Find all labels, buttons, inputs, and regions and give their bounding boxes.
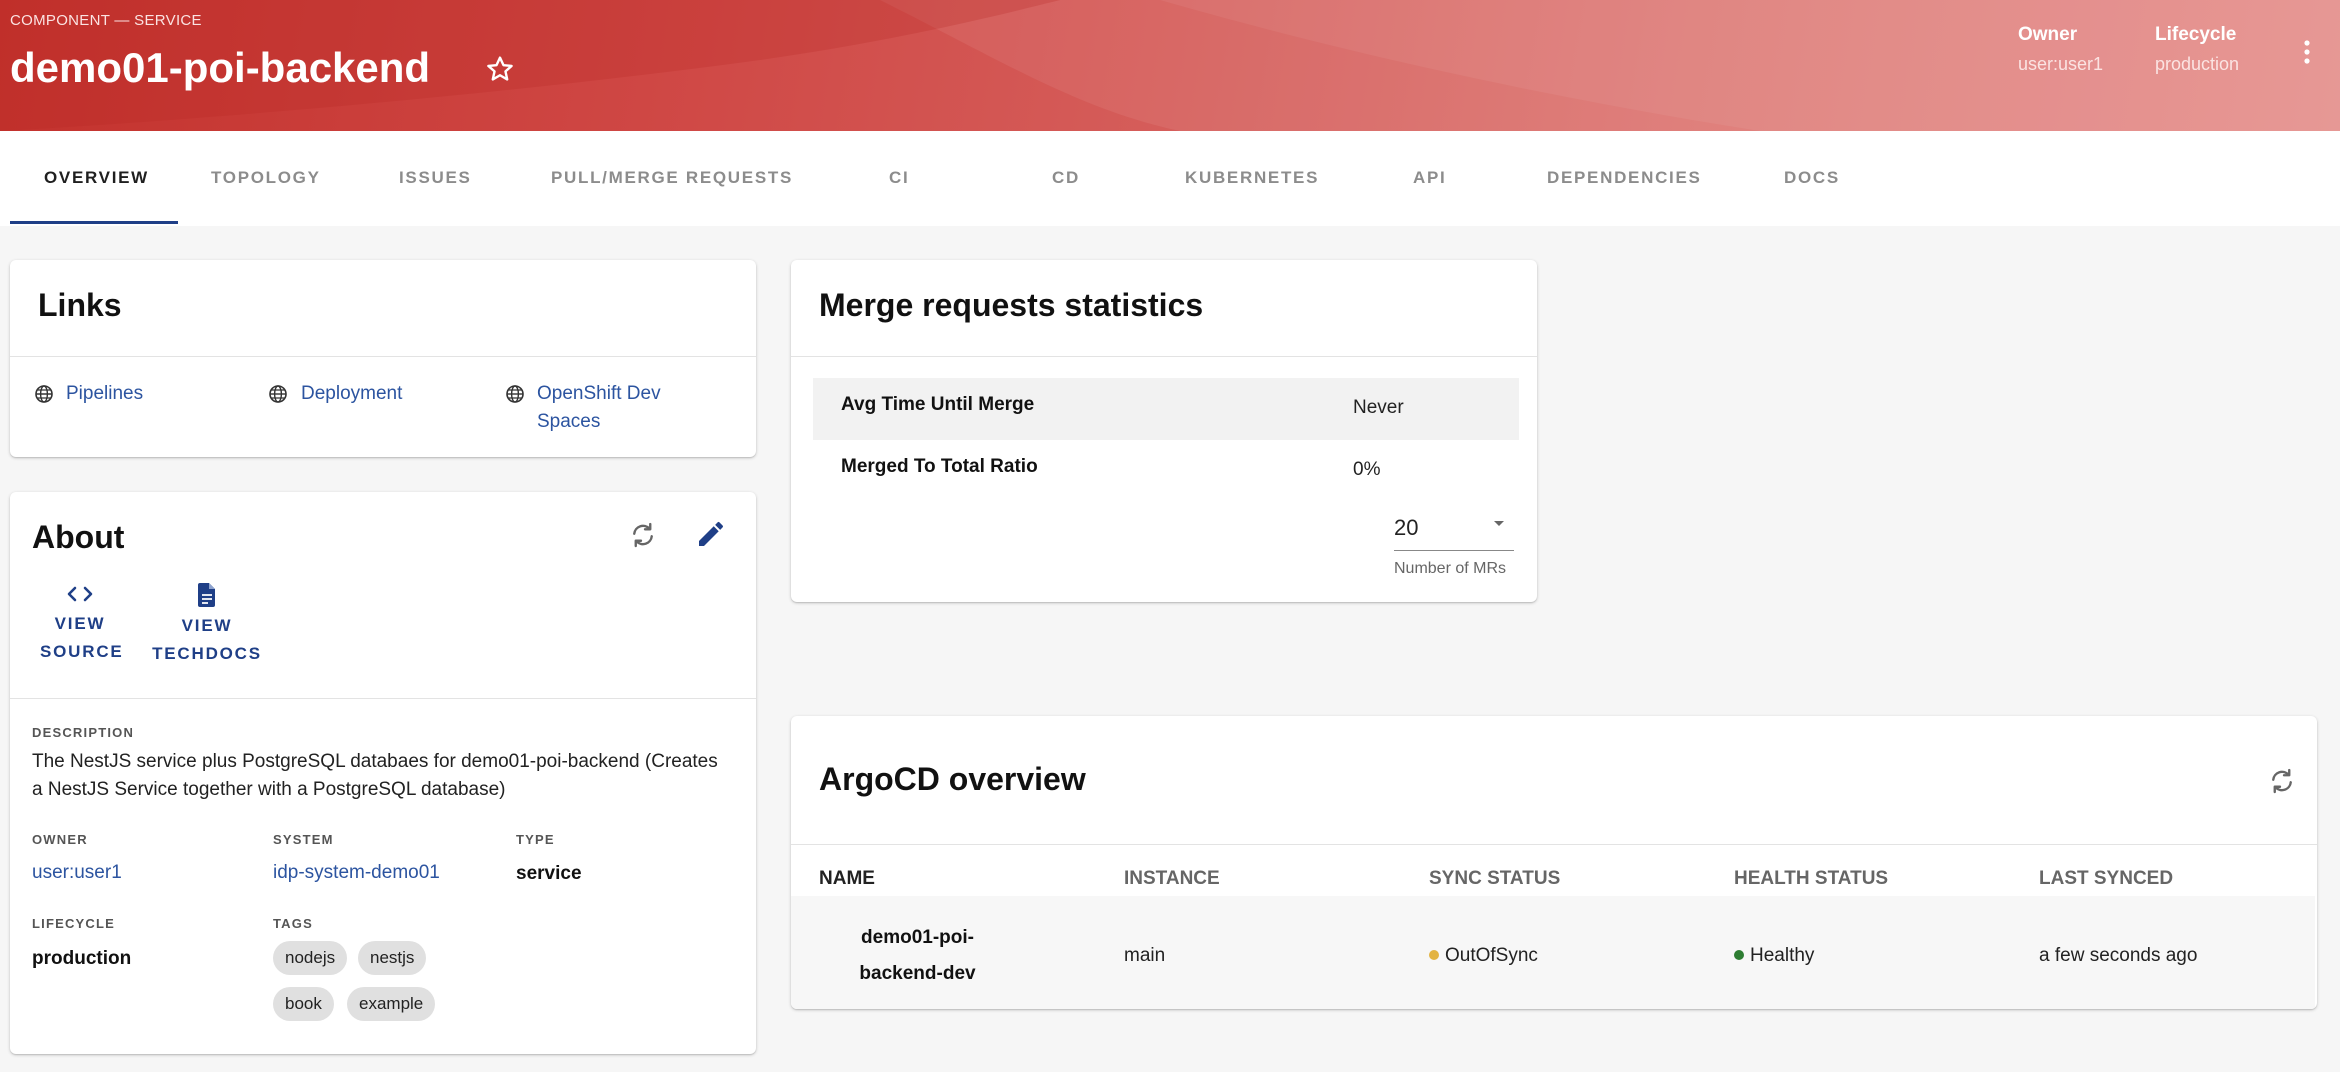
- lifecycle-label: LIFECYCLE: [32, 916, 116, 931]
- stat-value: 0%: [1353, 459, 1381, 480]
- stat-value: Never: [1353, 397, 1404, 418]
- instance-cell: main: [1124, 945, 1166, 966]
- tab-kubernetes[interactable]: KUBERNETES: [1185, 168, 1319, 188]
- tab-bar: OVERVIEW TOPOLOGY ISSUES PULL/MERGE REQU…: [0, 131, 2340, 226]
- tab-ci[interactable]: CI: [889, 168, 909, 188]
- lifecycle-value: production: [32, 948, 132, 969]
- type-value: service: [516, 863, 582, 884]
- globe-icon: [35, 385, 53, 403]
- system-link[interactable]: idp-system-demo01: [273, 862, 440, 884]
- type-label: TYPE: [516, 832, 555, 847]
- health-status-text: Healthy: [1750, 945, 1815, 966]
- view-techdocs-button[interactable]: VIEW TECHDOCS: [144, 582, 270, 668]
- table-row[interactable]: demo01-poi-backend-dev main OutOfSync He…: [791, 896, 2315, 1009]
- last-synced-cell: a few seconds ago: [2039, 945, 2198, 966]
- healthy-dot-icon: [1734, 950, 1744, 960]
- description-label: DESCRIPTION: [32, 725, 135, 740]
- column-header-name[interactable]: NAME: [819, 868, 875, 890]
- favorite-star-icon[interactable]: [484, 53, 516, 85]
- header-owner: Owner user:user1: [2018, 24, 2103, 75]
- tag-chip[interactable]: example: [347, 987, 436, 1021]
- sync-status-text: OutOfSync: [1445, 945, 1538, 966]
- tab-api[interactable]: API: [1413, 168, 1446, 188]
- sync-status-cell: OutOfSync: [1429, 945, 1538, 967]
- more-options-icon[interactable]: [2298, 38, 2316, 68]
- header-owner-value[interactable]: user:user1: [2018, 54, 2103, 75]
- column-header-health-status[interactable]: HEALTH STATUS: [1734, 868, 1888, 890]
- tags-label: TAGS: [273, 916, 313, 931]
- description-text: The NestJS service plus PostgreSQL datab…: [32, 751, 718, 800]
- owner-link[interactable]: user:user1: [32, 862, 122, 884]
- dropdown-arrow-icon[interactable]: [1491, 519, 1507, 529]
- header-lifecycle-value: production: [2155, 54, 2240, 74]
- header-owner-label: Owner: [2018, 24, 2078, 45]
- view-source-button[interactable]: VIEW SOURCE: [30, 582, 130, 666]
- tab-docs[interactable]: DOCS: [1784, 168, 1840, 188]
- select-helper-text: Number of MRs: [1394, 560, 1507, 577]
- document-icon: [198, 583, 215, 607]
- entity-kind-label: COMPONENT — SERVICE: [10, 12, 202, 29]
- code-icon: [67, 586, 93, 602]
- tab-dependencies[interactable]: DEPENDENCIES: [1547, 168, 1702, 188]
- stat-label: Avg Time Until Merge: [841, 394, 1035, 415]
- health-status-cell: Healthy: [1734, 945, 1814, 967]
- argocd-overview-card: ArgoCD overview NAME INSTANCE SYNC STATU…: [791, 716, 2317, 1009]
- system-label: SYSTEM: [273, 832, 334, 847]
- column-header-last-synced[interactable]: LAST SYNCED: [2039, 868, 2173, 890]
- stat-row: Avg Time Until Merge Never: [813, 378, 1519, 440]
- merge-stats-title: Merge requests statistics: [819, 287, 1204, 323]
- about-divider: [10, 698, 756, 699]
- merge-requests-statistics-card: Merge requests statistics Avg Time Until…: [791, 260, 1537, 602]
- about-card: About VIEW SOURCE VIEW TECHDOCS DESCRIPT…: [10, 492, 756, 1054]
- links-divider: [10, 356, 756, 357]
- active-tab-indicator: [10, 221, 178, 224]
- header-lifecycle: Lifecycle production: [2155, 24, 2239, 75]
- tab-topology[interactable]: TOPOLOGY: [211, 168, 321, 188]
- header-lifecycle-label: Lifecycle: [2155, 24, 2237, 45]
- link-deployment[interactable]: Deployment: [301, 380, 402, 408]
- tab-pull-merge-requests[interactable]: PULL/MERGE REQUESTS: [551, 168, 793, 188]
- argocd-divider: [791, 844, 2317, 845]
- tab-issues[interactable]: ISSUES: [399, 168, 472, 188]
- tab-overview[interactable]: OVERVIEW: [44, 168, 149, 188]
- out-of-sync-dot-icon: [1429, 950, 1439, 960]
- tag-chip[interactable]: nestjs: [358, 941, 427, 975]
- view-techdocs-label: VIEW TECHDOCS: [152, 616, 262, 663]
- link-pipelines[interactable]: Pipelines: [66, 380, 143, 408]
- column-header-instance[interactable]: INSTANCE: [1124, 868, 1220, 890]
- edit-pencil-icon[interactable]: [695, 518, 727, 550]
- about-card-title: About: [32, 519, 125, 555]
- merge-stats-divider: [791, 356, 1537, 357]
- stat-row: Merged To Total Ratio 0%: [813, 440, 1519, 502]
- app-name-link[interactable]: demo01-poi-backend-dev: [835, 920, 1000, 992]
- owner-label: OWNER: [32, 832, 88, 847]
- links-card-title: Links: [38, 287, 122, 323]
- refresh-icon[interactable]: [628, 520, 658, 550]
- tag-chip[interactable]: book: [273, 987, 334, 1021]
- select-underline: [1394, 550, 1514, 551]
- entity-header: COMPONENT — SERVICE demo01-poi-backend O…: [0, 0, 2340, 131]
- argocd-title: ArgoCD overview: [819, 761, 1086, 797]
- link-openshift-dev-spaces[interactable]: OpenShift Dev Spaces: [537, 380, 687, 436]
- view-source-label: VIEW SOURCE: [40, 614, 124, 661]
- refresh-icon[interactable]: [2267, 766, 2297, 796]
- column-header-sync-status[interactable]: SYNC STATUS: [1429, 868, 1560, 890]
- globe-icon: [506, 385, 524, 403]
- globe-icon: [269, 385, 287, 403]
- select-value[interactable]: 20: [1394, 515, 1418, 541]
- page-title: demo01-poi-backend: [10, 44, 431, 91]
- tab-cd[interactable]: CD: [1052, 168, 1080, 188]
- stat-label: Merged To Total Ratio: [841, 456, 1038, 477]
- links-card: Links Pipelines Deployment OpenShift Dev…: [10, 260, 756, 457]
- tag-chip[interactable]: nodejs: [273, 941, 348, 975]
